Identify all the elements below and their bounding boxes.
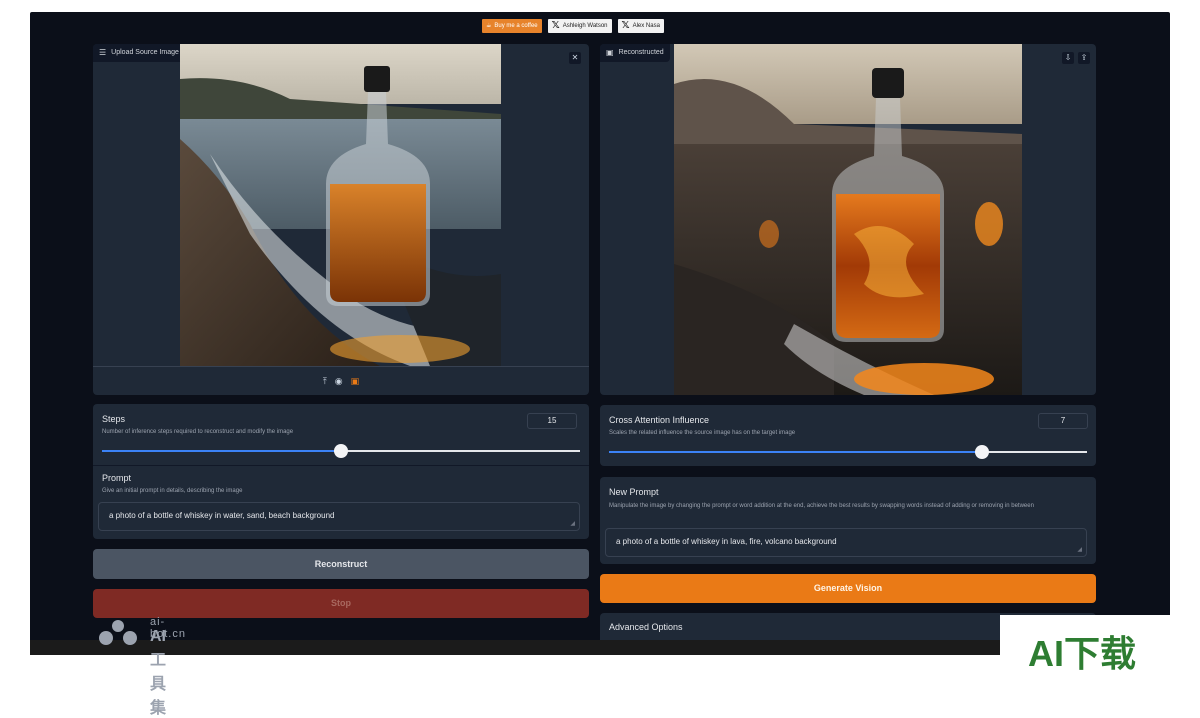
source-photo <box>180 44 501 366</box>
cross-attention-slider-thumb[interactable] <box>974 445 989 459</box>
resize-handle-icon[interactable]: ◢ <box>570 520 575 527</box>
reconstructed-photo <box>674 44 1022 395</box>
steps-prompt-panel: Steps Number of inference steps required… <box>93 404 589 539</box>
author-name-2: Alex Nasa <box>632 23 660 29</box>
cross-attention-slider-fill <box>609 451 982 453</box>
reconstructed-panel: ▣ Reconstructed ⇩ ⇪ <box>600 44 1096 395</box>
steps-description: Number of inference steps required to re… <box>102 429 294 435</box>
new-prompt-input[interactable]: a photo of a bottle of whiskey in lava, … <box>605 528 1087 557</box>
new-prompt-input-text: a photo of a bottle of whiskey in lava, … <box>616 537 837 546</box>
cross-attention-number-input[interactable]: 7 <box>1038 413 1088 429</box>
source-image-label: ☰ Upload Source Image <box>93 44 185 62</box>
clipboard-icon[interactable]: ▣ <box>351 376 360 387</box>
steps-title: Steps <box>102 414 126 424</box>
reconstruct-button[interactable]: Reconstruct <box>93 549 589 579</box>
reconstructed-label-text: Reconstructed <box>618 49 664 56</box>
new-prompt-panel: New Prompt Manipulate the image by chang… <box>600 477 1096 564</box>
watermark-title: AI工具集 <box>150 628 167 717</box>
steps-number-input[interactable]: 15 <box>527 413 577 429</box>
author-badge-1[interactable]: 𝕏 Ashleigh Watson <box>547 19 612 33</box>
download-icon[interactable]: ⇩ <box>1062 52 1074 64</box>
coffee-label: Buy me a coffee <box>494 23 538 29</box>
steps-slider[interactable] <box>102 444 580 458</box>
image-icon: ☰ <box>99 48 107 57</box>
corner-logo-text: AI下载 <box>1028 633 1137 674</box>
stop-button[interactable]: Stop <box>93 589 589 618</box>
panel-divider <box>93 465 589 466</box>
steps-slider-thumb[interactable] <box>334 444 348 458</box>
source-image-toolbar: ⤒ ◉ ▣ <box>93 366 589 395</box>
cross-attention-description: Scales the related influence the source … <box>609 430 796 436</box>
author-name-1: Ashleigh Watson <box>562 23 608 29</box>
prompt-description: Give an initial prompt in details, descr… <box>102 488 243 494</box>
new-prompt-description: Manipulate the image by changing the pro… <box>609 503 1034 509</box>
watermark-logo-icon <box>99 620 137 645</box>
buy-coffee-badge[interactable]: ☕ Buy me a coffee <box>482 19 542 33</box>
prompt-input[interactable]: a photo of a bottle of whiskey in water,… <box>98 502 580 531</box>
cross-attention-title: Cross Attention Influence <box>609 415 710 425</box>
author-badge-2[interactable]: 𝕏 Alex Nasa <box>617 19 664 33</box>
coffee-icon: ☕ <box>486 23 492 29</box>
prompt-input-text: a photo of a bottle of whiskey in water,… <box>109 511 335 520</box>
top-badges: ☕ Buy me a coffee 𝕏 Ashleigh Watson 𝕏 Al… <box>482 19 664 33</box>
cross-attention-slider[interactable] <box>609 445 1087 459</box>
advanced-options-label: Advanced Options <box>609 622 683 632</box>
source-image-panel[interactable]: ☰ Upload Source Image ✕ ⤒ ◉ ▣ <box>93 44 589 395</box>
source-image <box>180 44 501 366</box>
new-prompt-title: New Prompt <box>609 487 659 497</box>
x-logo-icon: 𝕏 <box>551 20 560 31</box>
webcam-icon[interactable]: ◉ <box>335 376 343 387</box>
image-icon: ▣ <box>606 48 614 57</box>
cross-attention-panel: Cross Attention Influence Scales the rel… <box>600 405 1096 466</box>
steps-slider-fill <box>102 450 341 452</box>
source-image-label-text: Upload Source Image <box>111 49 179 56</box>
reconstructed-label: ▣ Reconstructed <box>600 44 670 62</box>
x-logo-icon: 𝕏 <box>621 20 630 31</box>
resize-handle-icon[interactable]: ◢ <box>1077 546 1082 553</box>
upload-icon[interactable]: ⤒ <box>323 376 327 387</box>
generate-vision-button[interactable]: Generate Vision <box>600 574 1096 603</box>
prompt-title: Prompt <box>102 473 132 483</box>
reconstructed-image <box>674 44 1022 395</box>
close-icon[interactable]: ✕ <box>569 52 581 64</box>
share-icon[interactable]: ⇪ <box>1078 52 1090 64</box>
window-bottom-edge <box>30 640 1170 655</box>
corner-logo: AI下载 <box>1000 615 1170 675</box>
